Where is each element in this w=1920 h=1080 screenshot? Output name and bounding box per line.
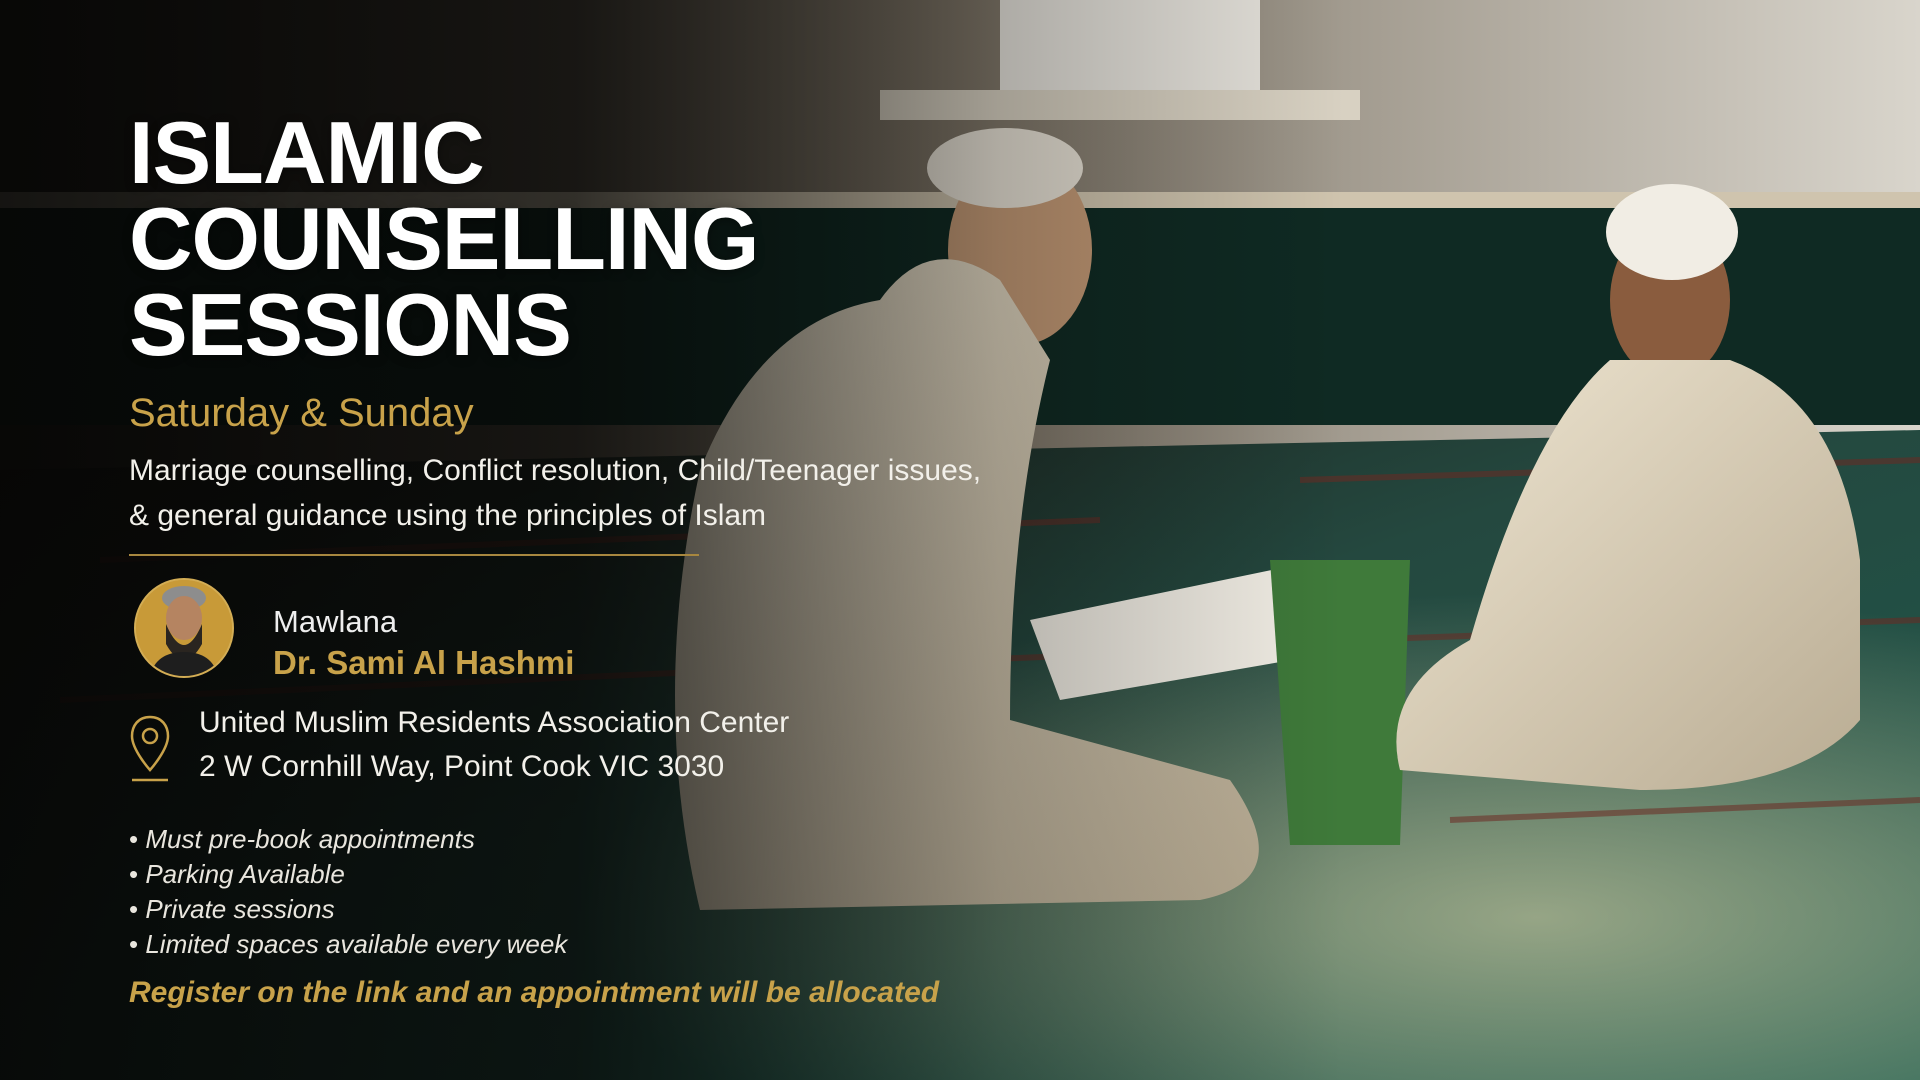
divider <box>129 554 699 556</box>
venue-name: United Muslim Residents Association Cent… <box>199 706 790 739</box>
list-item: Private sessions <box>129 892 1049 927</box>
avatar <box>134 578 234 678</box>
title-line-2: COUNSELLING <box>129 189 759 288</box>
location-pin-icon <box>130 715 170 782</box>
list-item: Must pre-book appointments <box>129 822 1049 857</box>
title-line-3: SESSIONS <box>129 275 572 374</box>
list-item: Limited spaces available every week <box>129 927 1049 962</box>
session-days: Saturday & Sunday <box>129 391 474 435</box>
poster-content: ISLAMIC COUNSELLING SESSIONS Saturday & … <box>129 103 1049 1010</box>
title-line-1: ISLAMIC <box>129 103 485 202</box>
session-description: Marriage counselling, Conflict resolutio… <box>129 454 982 532</box>
host-name: Dr. Sami Al Hashmi <box>273 644 575 681</box>
poster-title: ISLAMIC COUNSELLING SESSIONS <box>129 103 1049 374</box>
registration-cta: Register on the link and an appointment … <box>129 976 940 1009</box>
host-portrait-icon <box>136 580 232 676</box>
host-block: Mawlana Dr. Sami Al Hashmi <box>129 568 1049 700</box>
host-title: Mawlana <box>273 604 398 639</box>
venue-address: 2 W Cornhill Way, Point Cook VIC 3030 <box>199 750 725 783</box>
info-list: Must pre-book appointments Parking Avail… <box>129 822 1049 962</box>
location-block: United Muslim Residents Association Cent… <box>129 706 1049 802</box>
list-item: Parking Available <box>129 857 1049 892</box>
